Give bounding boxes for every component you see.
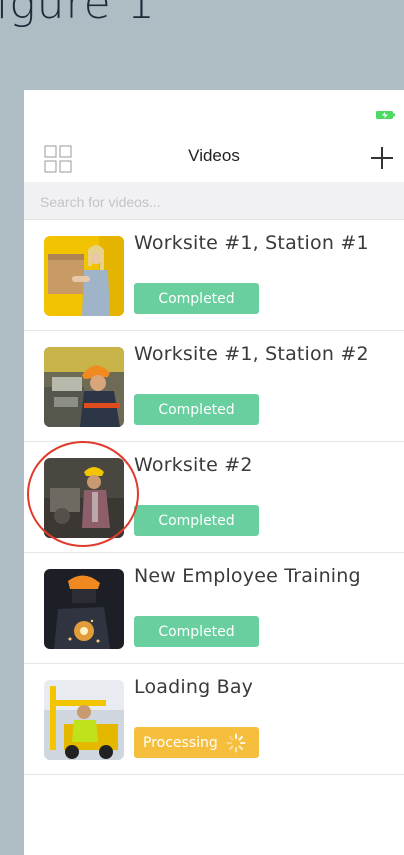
status-badge: Completed bbox=[134, 505, 259, 536]
video-thumbnail[interactable] bbox=[44, 458, 124, 538]
video-title: New Employee Training bbox=[134, 565, 361, 587]
video-title: Worksite #1, Station #2 bbox=[134, 343, 369, 365]
battery-charging-icon bbox=[376, 111, 395, 119]
video-title: Worksite #2 bbox=[134, 454, 253, 476]
list-item[interactable]: Worksite #2 Completed bbox=[24, 442, 404, 553]
video-thumbnail[interactable] bbox=[44, 680, 124, 760]
figure-title: igure 1 bbox=[0, 0, 156, 29]
status-badge: Completed bbox=[134, 283, 259, 314]
search-bar bbox=[24, 182, 404, 219]
status-badge: Completed bbox=[134, 394, 259, 425]
phone-screen: Videos Worksite #1, Station #1 bbox=[24, 90, 404, 855]
status-badge: Completed bbox=[134, 616, 259, 647]
video-list: Worksite #1, Station #1 Completed Worksi… bbox=[24, 219, 404, 775]
video-thumbnail[interactable] bbox=[44, 347, 124, 427]
video-title: Worksite #1, Station #1 bbox=[134, 232, 369, 254]
page-title: Videos bbox=[188, 146, 240, 165]
status-badge: Processing bbox=[134, 727, 259, 758]
status-label: Processing bbox=[143, 734, 218, 751]
spinner-icon bbox=[226, 733, 246, 752]
search-input[interactable] bbox=[38, 191, 382, 213]
list-item[interactable]: New Employee Training Completed bbox=[24, 553, 404, 664]
list-item[interactable]: Worksite #1, Station #2 Completed bbox=[24, 331, 404, 442]
video-title: Loading Bay bbox=[134, 676, 254, 698]
video-thumbnail[interactable] bbox=[44, 569, 124, 649]
status-bar bbox=[24, 90, 404, 130]
plus-icon[interactable] bbox=[370, 146, 394, 170]
list-item[interactable]: Loading Bay Processing bbox=[24, 664, 404, 775]
list-item[interactable]: Worksite #1, Station #1 Completed bbox=[24, 219, 404, 331]
video-thumbnail[interactable] bbox=[44, 236, 124, 316]
